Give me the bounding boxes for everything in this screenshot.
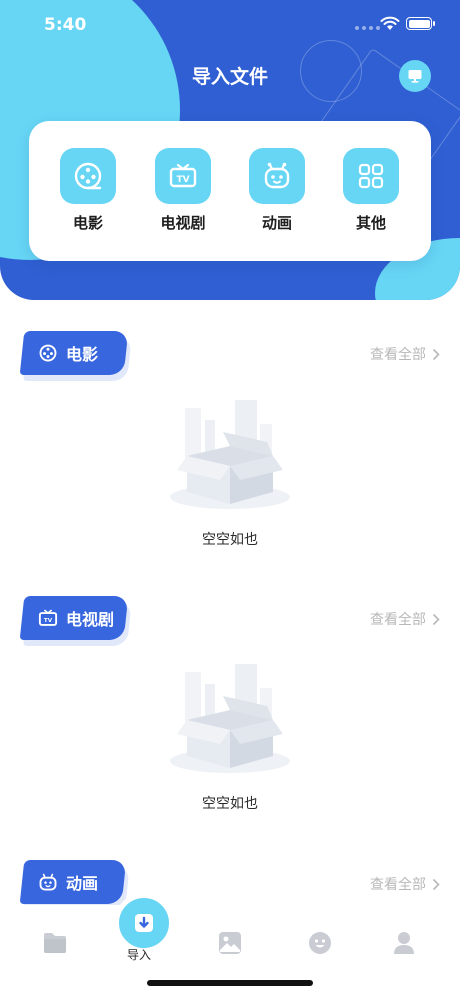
category-label: 其他 [355,214,386,232]
home-indicator [147,980,313,986]
robot-face-icon [249,148,305,204]
section-tag-animation: 动画 [19,860,127,904]
battery-icon [406,17,435,30]
category-card: 电影 TV 电视剧 动画 其他 [29,121,431,261]
image-icon [219,932,241,954]
category-other[interactable]: 其他 [331,148,411,233]
see-all-label: 查看全部 [370,347,426,363]
chevron-right-icon [432,613,440,625]
robot-face-icon [39,873,57,891]
category-animation[interactable]: 动画 [237,148,317,233]
chevron-right-icon [432,348,440,360]
empty-state: 空空如也 [150,398,310,549]
film-reel-icon [60,148,116,204]
empty-box-illustration [170,400,290,509]
see-all-link[interactable]: 查看全部 [370,874,440,894]
section-tag-tv-series: TV 电视剧 [19,596,129,640]
tab-emoji[interactable] [298,921,342,965]
section-tag-movie: 电影 [19,331,129,375]
empty-text: 空空如也 [202,532,258,548]
status-bar: 5:40 [0,0,460,50]
category-label: 电影 [72,214,103,232]
see-all-label: 查看全部 [370,877,426,893]
section-title: 电影 [66,345,99,364]
tab-files[interactable] [33,921,77,965]
folder-icon [44,933,66,953]
see-all-label: 查看全部 [370,612,426,628]
svg-text:TV: TV [176,175,189,185]
empty-text: 空空如也 [202,796,258,812]
section-title: 电视剧 [66,610,115,629]
tv-icon: TV [155,148,211,204]
tab-profile[interactable] [382,921,426,965]
screen-mirror-button[interactable] [399,60,431,92]
smiley-icon [309,932,331,954]
chevron-right-icon [432,878,440,890]
tab-gallery[interactable] [208,921,252,965]
tv-icon: TV [38,609,58,626]
section-title: 动画 [66,874,99,893]
grid-icon [343,148,399,204]
monitor-icon [408,70,422,83]
category-label: 动画 [261,214,292,232]
see-all-link[interactable]: 查看全部 [370,344,440,364]
import-icon [135,914,153,932]
profile-icon [394,932,414,954]
page-title: 导入文件 [191,66,268,88]
see-all-link[interactable]: 查看全部 [370,609,440,629]
category-movie[interactable]: 电影 [48,148,128,233]
film-reel-icon [39,344,57,362]
svg-text:TV: TV [44,618,53,624]
tab-import-label: 导入 [126,948,151,962]
wifi-icon [380,16,400,30]
category-tv-series[interactable]: TV 电视剧 [143,148,223,233]
category-label: 电视剧 [160,214,206,232]
empty-box-illustration [170,664,290,773]
empty-state: 空空如也 [150,662,310,813]
status-time: 5:40 [44,15,87,35]
signal-icon [355,26,380,30]
tab-import[interactable] [114,893,174,953]
